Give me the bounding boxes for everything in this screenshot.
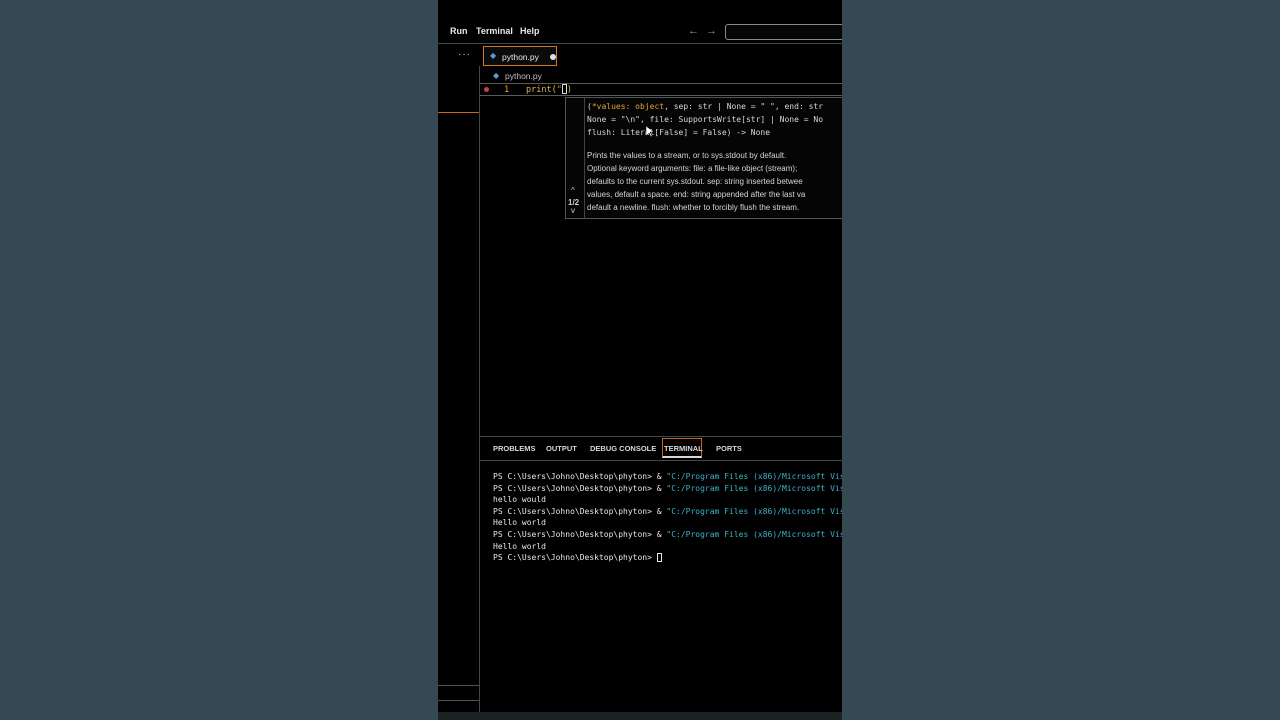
terminal-output: Hello world [493,542,546,551]
sidebar-edge [479,66,480,720]
sidebar-focus-line [438,112,479,113]
right-backdrop [842,0,1280,720]
line-number: 1 [504,85,510,95]
terminal-line: PS C:\Users\Johno\Desktop\phyton> & "C:/… [493,472,842,481]
doc-line: Prints the values to a stream, or to sys… [587,151,787,160]
breakpoint-icon[interactable] [484,87,489,92]
tabstrip-divider [438,43,842,44]
tab-terminal[interactable]: TERMINAL [664,444,703,453]
terminal-line: PS C:\Users\Johno\Desktop\phyton> & "C:/… [493,530,842,539]
panel-border [480,436,842,437]
signature-help-popup: (*values: object, sep: str | None = " ",… [565,97,842,219]
command-center-search[interactable] [725,24,842,40]
breadcrumb[interactable]: python.py [505,71,542,81]
menu-help[interactable]: Help [520,26,540,36]
doc-line: defaults to the current sys.stdout. sep:… [587,177,803,186]
code-paren-close: ) [566,85,572,95]
forward-arrow-icon[interactable]: → [706,25,717,37]
doc-line: values, default a space. end: string app… [587,190,806,199]
code-function: print [526,85,552,95]
tab-debug-console[interactable]: DEBUG CONSOLE [590,444,656,453]
mouse-pointer-icon [646,126,654,138]
tab-output[interactable]: OUTPUT [546,444,577,453]
signature-line: (*values: object, sep: str | None = " ",… [587,102,824,111]
code-line[interactable]: print(") [526,84,572,95]
back-arrow-icon[interactable]: ← [688,25,699,37]
status-bar [438,712,842,720]
panel-tabs-divider [480,460,842,461]
tab-problems[interactable]: PROBLEMS [493,444,536,453]
tab-label: python.py [502,52,539,62]
terminal-prompt[interactable]: PS C:\Users\Johno\Desktop\phyton> [493,553,662,562]
terminal-output: hello would [493,495,546,504]
menu-terminal[interactable]: Terminal [476,26,513,36]
menu-run[interactable]: Run [450,26,468,36]
sidebar-divider [438,700,479,701]
sidebar-divider [438,685,479,686]
tab-ports[interactable]: PORTS [716,444,742,453]
python-file-icon: ◆ [493,71,500,80]
tab-python-py[interactable]: ◆ python.py [483,46,557,66]
terminal-line: PS C:\Users\Johno\Desktop\phyton> & "C:/… [493,484,842,493]
signature-line: flush: Literal[False] = False) -> None [587,128,771,137]
terminal-line: PS C:\Users\Johno\Desktop\phyton> & "C:/… [493,507,842,516]
unsaved-dot-icon[interactable] [550,54,556,60]
terminal-output: Hello world [493,518,546,527]
menu-bar: Run Terminal Help ← → [438,22,842,42]
signature-line: None = "\n", file: SupportsWrite[str] | … [587,115,824,124]
doc-line: Optional keyword arguments: file: a file… [587,164,798,173]
python-file-icon: ◆ [490,51,497,60]
sidebar-more-icon[interactable]: ··· [458,49,471,60]
left-backdrop [0,0,438,720]
terminal-cursor [656,553,662,562]
vscode-window: Run Terminal Help ← → ··· ◆ python.py ◆ … [438,0,842,720]
chevron-up-icon[interactable]: ^ [571,186,575,195]
doc-line: default a newline. flush: whether to for… [587,203,800,212]
chevron-down-icon[interactable]: v [571,206,575,215]
popup-divider [584,98,585,218]
